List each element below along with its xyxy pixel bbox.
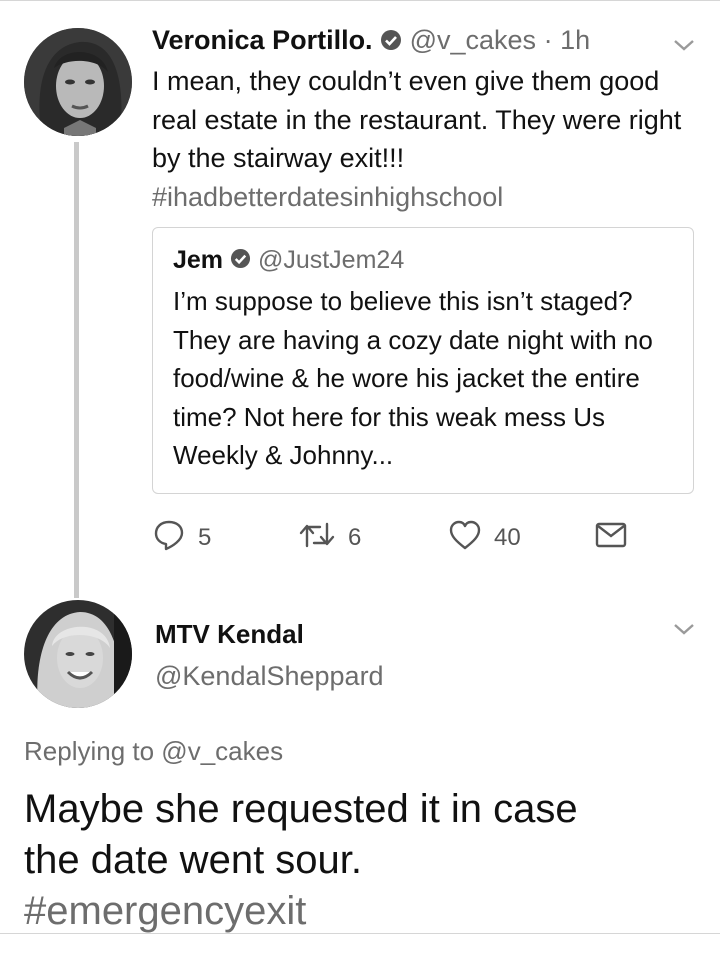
tweet1-text-block: I mean, they couldn’t even give them goo… [152, 62, 702, 216]
quoted-tweet-card[interactable]: Jem @JustJem24 I’m suppose to believe th… [152, 227, 694, 494]
thread-connector-line [74, 142, 79, 598]
reply-count: 5 [198, 524, 212, 551]
quoted-tweet-header: Jem @JustJem24 [173, 242, 404, 279]
tweet2-text: Maybe she requested it in case the date … [24, 787, 578, 882]
reply-icon [152, 518, 198, 559]
reply-button[interactable]: 5 [152, 518, 211, 558]
tweet1-display-name[interactable]: Veronica Portillo. [152, 25, 373, 55]
retweet-button[interactable]: 6 [298, 518, 361, 558]
tweet1-header: Veronica Portillo. @v_cakes · 1h [152, 22, 590, 60]
like-count: 40 [494, 524, 521, 551]
replying-to[interactable]: Replying to @v_cakes [24, 732, 283, 770]
top-divider [0, 0, 720, 1]
retweet-icon [298, 520, 348, 557]
verified-badge-icon [230, 243, 251, 279]
tweet2-text-block: Maybe she requested it in case the date … [24, 784, 584, 937]
like-icon [448, 519, 494, 558]
tweet2-handle[interactable]: @KendalSheppard [155, 657, 384, 695]
bottom-divider [0, 933, 720, 934]
tweet1-hashtag[interactable]: #ihadbetterdatesinhighschool [152, 178, 702, 217]
like-button[interactable]: 40 [448, 518, 521, 558]
avatar-kendal[interactable] [24, 600, 132, 708]
tweet1-time[interactable]: · 1h [544, 25, 591, 55]
quoted-display-name: Jem [173, 246, 224, 274]
avatar-veronica[interactable] [24, 28, 132, 136]
direct-message-button[interactable] [595, 518, 639, 558]
tweet1-action-bar: 5 6 40 [152, 518, 632, 558]
bottom-cover [0, 934, 720, 960]
tweet1-handle[interactable]: @v_cakes [410, 25, 536, 55]
tweet2-display-name[interactable]: MTV Kendal [155, 616, 304, 652]
direct-message-icon [595, 522, 639, 555]
quoted-handle: @JustJem24 [257, 246, 405, 274]
quoted-text: I’m suppose to believe this isn’t staged… [173, 286, 653, 470]
chevron-down-icon[interactable] [671, 36, 697, 54]
retweet-count: 6 [348, 524, 362, 551]
tweet2-hashtag[interactable]: #emergencyexit [24, 886, 584, 937]
verified-badge-icon [380, 24, 402, 60]
tweet1-text: I mean, they couldn’t even give them goo… [152, 66, 682, 173]
chevron-down-icon[interactable] [671, 620, 697, 638]
